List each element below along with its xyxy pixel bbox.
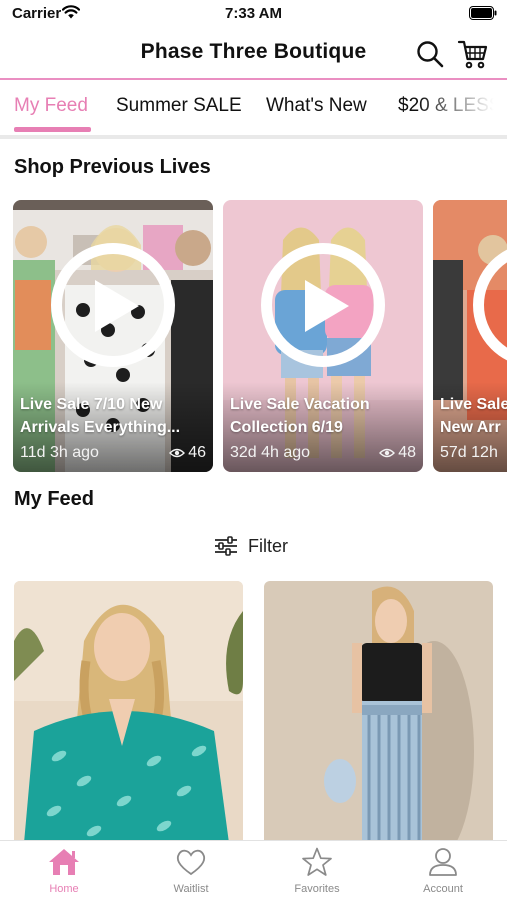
nav-home[interactable]: Home	[14, 847, 114, 899]
live-sale-title-line: Live Sale 7/10 New	[20, 396, 163, 413]
live-sale-title-line: Live Sale	[440, 396, 507, 413]
nav-waitlist[interactable]: Waitlist	[141, 847, 241, 899]
live-sale-title: Live Sale 7/10 New Arrivals Everything..…	[20, 393, 208, 439]
eye-icon	[169, 448, 186, 458]
filter-icon	[215, 536, 237, 556]
bottom-nav: Home Waitlist Favorites Account	[0, 840, 507, 900]
tab-whats-new[interactable]: What's New	[266, 95, 367, 117]
live-sale-title-line: Live Sale Vacation	[230, 396, 370, 413]
nav-waitlist-label: Waitlist	[173, 883, 209, 895]
search-button[interactable]	[414, 38, 446, 70]
app-header: Phase Three Boutique	[0, 28, 507, 78]
nav-favorites[interactable]: Favorites	[267, 847, 367, 899]
person-icon	[429, 848, 457, 876]
tabs-divider	[0, 135, 507, 139]
previous-lives-heading: Shop Previous Lives	[14, 156, 211, 178]
live-sale-title-line: New Arr	[440, 419, 501, 436]
live-sale-time: 57d 12h	[440, 444, 498, 461]
view-count: 48	[398, 444, 416, 461]
live-sale-time: 11d 3h ago	[20, 444, 99, 461]
nav-favorites-label: Favorites	[294, 883, 340, 895]
nav-account[interactable]: Account	[393, 847, 493, 899]
heart-icon	[176, 849, 206, 876]
tab-my-feed[interactable]: My Feed	[14, 95, 88, 117]
my-feed-heading: My Feed	[14, 488, 95, 510]
status-bar: Carrier 7:33 AM	[0, 0, 507, 28]
live-sale-views: 46	[169, 444, 206, 462]
live-sale-time: 32d 4h ago	[230, 444, 311, 461]
tab-summer-sale[interactable]: Summer SALE	[116, 95, 242, 117]
play-icon	[305, 280, 349, 332]
cart-button[interactable]	[456, 37, 490, 71]
live-sale-title: Live Sale New Arr	[440, 393, 507, 439]
live-sale-card[interactable]: Live Sale 7/10 New Arrivals Everything..…	[13, 200, 213, 472]
product-card[interactable]	[14, 581, 243, 843]
product-card[interactable]	[264, 581, 493, 843]
status-time: 7:33 AM	[225, 5, 282, 22]
battery-icon	[469, 6, 497, 20]
search-icon	[417, 41, 444, 68]
live-sale-title-line: Collection 6/19	[230, 419, 343, 436]
nav-home-label: Home	[49, 883, 79, 895]
eye-icon	[379, 448, 396, 458]
active-tab-indicator	[14, 127, 91, 132]
play-icon	[95, 280, 139, 332]
view-count: 46	[188, 444, 206, 461]
product-image	[264, 581, 493, 843]
nav-account-label: Account	[423, 883, 463, 895]
star-icon	[302, 847, 332, 876]
product-image	[14, 581, 243, 843]
live-sale-card[interactable]: Live Sale Vacation Collection 6/19 32d 4…	[223, 200, 423, 472]
tabs-fade	[417, 80, 507, 136]
live-sale-title: Live Sale Vacation Collection 6/19	[230, 393, 418, 439]
category-tabs: My Feed Summer SALE What's New $20 & LES…	[0, 80, 507, 136]
live-sale-title-line: Arrivals Everything...	[20, 419, 181, 436]
filter-label: Filter	[248, 535, 288, 556]
live-sale-card[interactable]: Live Sale New Arr 57d 12h	[433, 200, 507, 472]
live-sale-views: 48	[379, 444, 416, 462]
home-icon	[49, 849, 79, 875]
cart-icon	[457, 40, 488, 69]
filter-button[interactable]: Filter	[214, 533, 288, 559]
